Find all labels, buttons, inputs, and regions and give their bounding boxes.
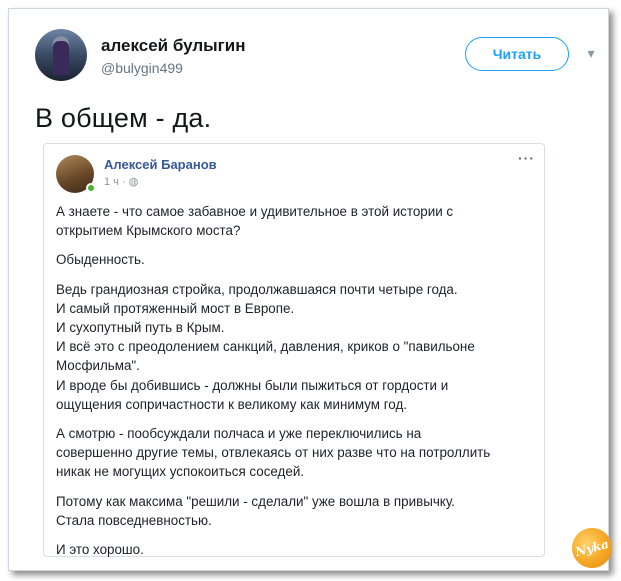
chevron-down-icon[interactable]: ▾ <box>583 45 599 61</box>
fb-paragraph: И это хорошо. <box>56 540 536 559</box>
fb-text-line: И вроде бы добившись - должны были пыжит… <box>56 377 449 393</box>
fb-text-line: И это хорошо. <box>56 542 144 558</box>
fb-text-line: И самый протяженный мост в Европе. <box>56 300 295 316</box>
fb-text-line: никак не могущих успокоиться соседей. <box>56 464 305 480</box>
fb-text-line: ощущения сопричастности к великому как м… <box>56 396 407 412</box>
author-handle[interactable]: @bulygin499 <box>101 60 183 76</box>
fb-text-line: совершенно другие темы, отвлекаясь от ни… <box>56 445 491 461</box>
fb-text-line: Ведь грандиозная стройка, продолжавшаяся… <box>56 281 458 297</box>
watermark-text: Nyka <box>573 536 611 560</box>
fb-text-line: Мосфильма". <box>56 358 140 374</box>
fb-text-line: открытием Крымского моста? <box>56 223 241 239</box>
globe-icon: ◍ <box>128 176 139 188</box>
follow-button[interactable]: Читать <box>465 37 569 71</box>
fb-text-line: А знаете - что самое забавное и удивител… <box>56 204 454 219</box>
fb-text-line: Потому как максима "решили - сделали" уж… <box>56 493 455 509</box>
watermark-logo: Nyka <box>567 523 617 573</box>
tweet-header: алексей булыгин @bulygin499 Читать ▾ <box>35 25 595 85</box>
fb-text-line: И сухопутный путь в Крым. <box>56 320 225 336</box>
fb-paragraph: Ведь грандиозная стройка, продолжавшаяся… <box>56 280 536 414</box>
online-status-icon <box>86 183 96 193</box>
embedded-facebook-post[interactable]: Алексей Баранов 1 ч · ◍ ··· А знаете - ч… <box>43 143 545 557</box>
tweet-text: В общем - да. <box>35 103 212 133</box>
fb-paragraph: Обыденность. <box>56 250 536 269</box>
fb-author-name[interactable]: Алексей Баранов <box>104 157 217 172</box>
author-name[interactable]: алексей булыгин <box>101 36 245 56</box>
fb-paragraph: А смотрю - пообсуждали полчаса и уже пер… <box>56 424 536 482</box>
fb-text-line: И всё это с преодолением санкций, давлен… <box>56 339 475 355</box>
fb-text-line: Обыденность. <box>56 252 145 268</box>
fb-text-line: Стала повседневностью. <box>56 512 212 528</box>
fb-text-line: А смотрю - пообсуждали полчаса и уже пер… <box>56 426 422 442</box>
fb-paragraph: Потому как максима "решили - сделали" уж… <box>56 492 536 530</box>
fb-post-meta: 1 ч · ◍ <box>104 175 138 188</box>
fb-post-time[interactable]: 1 ч · <box>104 176 129 188</box>
avatar-figure <box>53 41 69 75</box>
fb-post-body: А знаете - что самое забавное и удивител… <box>56 202 536 569</box>
screenshot-frame: алексей булыгин @bulygin499 Читать ▾ В о… <box>8 8 617 573</box>
more-options-icon[interactable]: ··· <box>518 150 535 166</box>
author-avatar[interactable] <box>35 29 87 81</box>
fb-paragraph: А знаете - что самое забавное и удивител… <box>56 202 536 240</box>
